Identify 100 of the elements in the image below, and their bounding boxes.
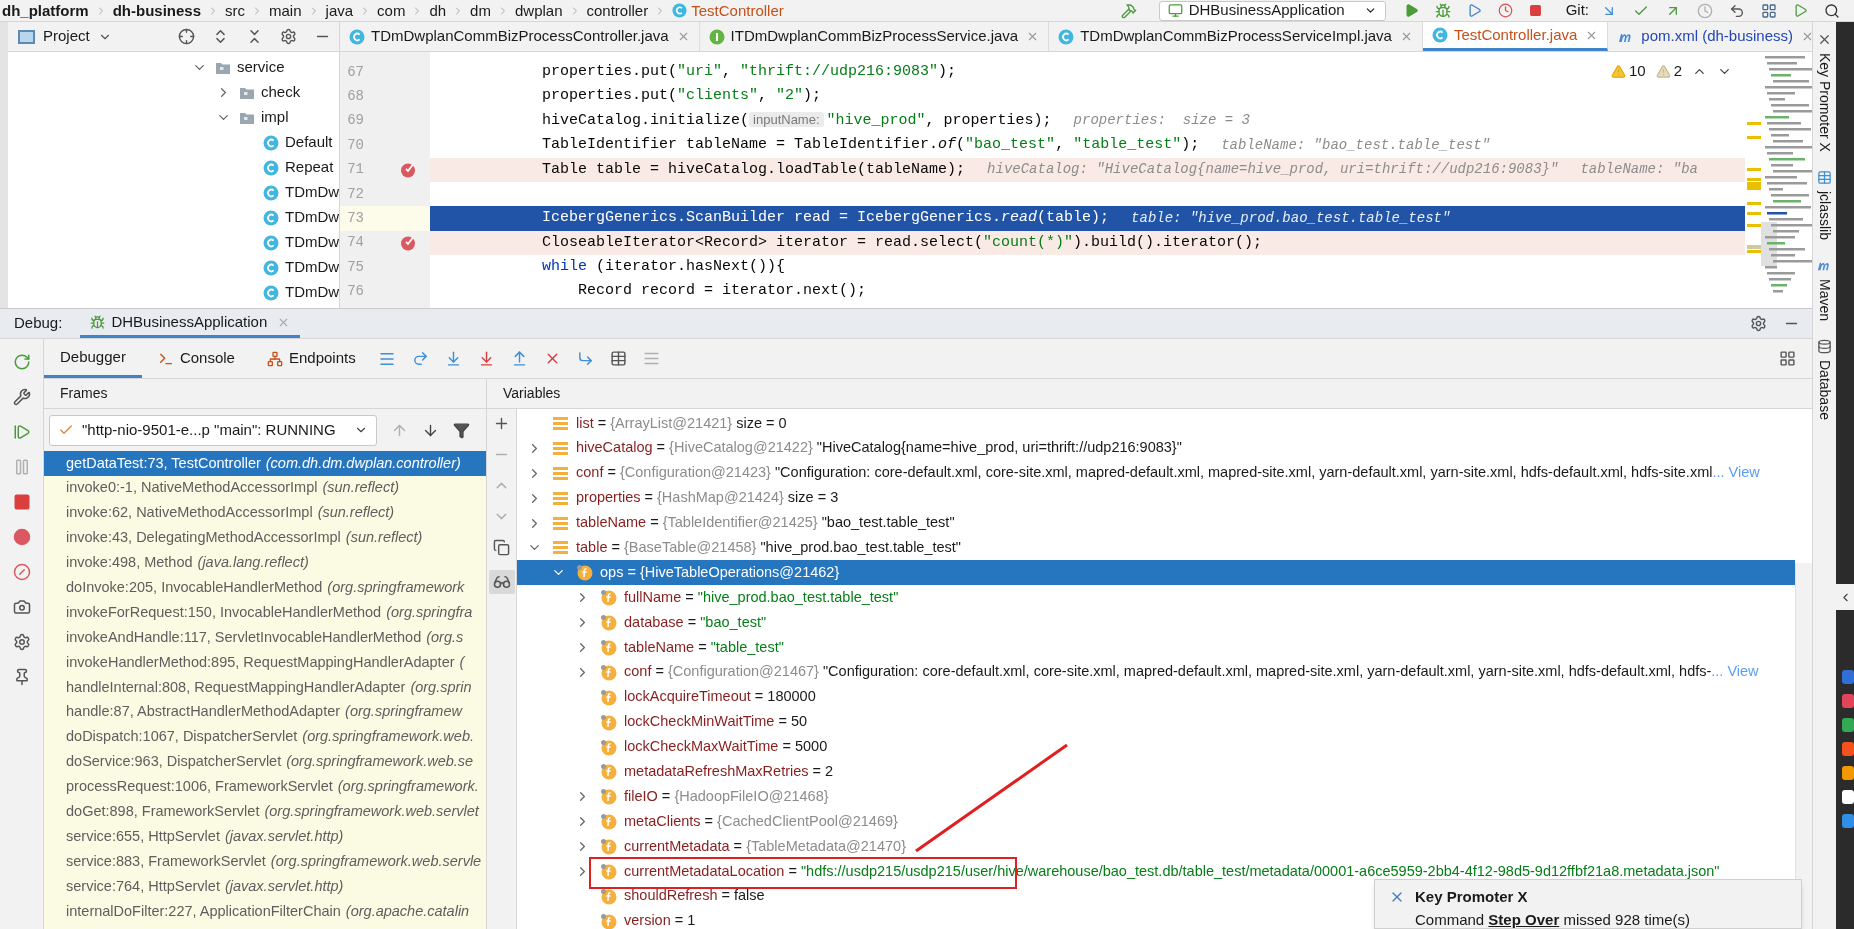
debug-tab[interactable]: Endpoints: [250, 339, 372, 378]
variable-row[interactable]: lockCheckMinWaitTime = 50: [517, 709, 1795, 735]
project-view-dropdown[interactable]: Project: [43, 25, 112, 48]
variable-row[interactable]: metaClients = {CachedClientPool@21469}: [517, 809, 1795, 835]
variable-row[interactable]: ops = {HiveTableOperations@21462}: [517, 560, 1795, 586]
variable-row[interactable]: lockAcquireTimeout = 180000: [517, 684, 1795, 710]
rollback-icon[interactable]: [1729, 2, 1745, 19]
tree-item[interactable]: TDmDw: [285, 181, 339, 204]
locate-icon[interactable]: [178, 28, 195, 45]
rerun-icon[interactable]: [12, 353, 31, 371]
thread-selector[interactable]: "http-nio-9501-e...p "main": RUNNING: [49, 414, 377, 446]
breadcrumb-item[interactable]: dh_platform: [2, 1, 89, 20]
camera-icon[interactable]: [12, 598, 31, 616]
variable-row[interactable]: tableName = {TableIdentifier@21425} "bao_test.table_test": [517, 510, 1795, 536]
app-icon[interactable]: [1842, 742, 1854, 756]
tool-window-button[interactable]: Key Promoter X: [1814, 53, 1835, 152]
stack-frame[interactable]: invoke:43, DelegatingMethodAccessorImpl (sun.reflect): [44, 525, 486, 551]
stack-frame[interactable]: service:883, FrameworkServlet (org.springframework.web.servle: [44, 849, 486, 875]
run-icon[interactable]: [1403, 3, 1419, 18]
stack-frame[interactable]: invokeForRequest:150, InvocableHandlerMethod (org.springfra: [44, 600, 486, 626]
stop-icon[interactable]: [1528, 4, 1542, 17]
build-icon[interactable]: [1120, 2, 1137, 19]
settings-icon[interactable]: [280, 28, 297, 45]
editor-tab[interactable]: TDmDwplanCommBizProcessController.java: [340, 22, 700, 51]
stack-frame[interactable]: invokeAndHandle:117, ServletInvocableHandlerMethod (org.s: [44, 625, 486, 651]
copy-icon[interactable]: [493, 539, 510, 556]
stack-frame[interactable]: invoke0:-1, NativeMethodAccessorImpl (sun.reflect): [44, 475, 486, 501]
search-icon[interactable]: [1824, 2, 1840, 19]
editor-tab[interactable]: TestController.java: [1422, 22, 1609, 51]
tool-window-button[interactable]: Maven: [1814, 278, 1835, 321]
variable-row[interactable]: fullName = "hive_prod.bao_test.table_test": [517, 585, 1795, 611]
debug-tab[interactable]: Console: [141, 339, 251, 378]
stack-frame[interactable]: doDispatch:1067, DispatcherServlet (org.springframework.web.: [44, 724, 486, 750]
app-icon[interactable]: [1842, 814, 1854, 828]
breakpoints-icon[interactable]: [12, 528, 31, 546]
stack-frame[interactable]: invoke:62, NativeMethodAccessorImpl (sun.reflect): [44, 500, 486, 526]
breadcrumb-item[interactable]: main: [269, 1, 302, 20]
stack-frame[interactable]: processRequest:1006, FrameworkServlet (org.springframework.: [44, 774, 486, 800]
tree-item[interactable]: TDmDw: [285, 206, 339, 229]
warning-count[interactable]: 10: [1628, 60, 1646, 83]
breadcrumb-item[interactable]: dm: [470, 1, 491, 20]
weak-warning-count[interactable]: 2: [1673, 60, 1682, 83]
breadcrumb-item[interactable]: dwplan: [514, 1, 563, 20]
app-icon[interactable]: [1842, 718, 1854, 732]
editor-tab[interactable]: TDmDwplanCommBizProcessServiceImpl.java: [1049, 22, 1423, 51]
variable-row[interactable]: conf = {Configuration@21467} "Configuration: core-default.xml, core-site.xml, mapred-default.xml, mapred-site.xml, yarn-default.xml, yarn-site.xml, hdfs-default.xml, hdfs-... View: [517, 659, 1795, 685]
variable-row[interactable]: lockCheckMaxWaitTime = 5000: [517, 734, 1795, 760]
variable-row[interactable]: tableName = "table_test": [517, 635, 1795, 660]
mute-breakpoints-icon[interactable]: [12, 563, 31, 581]
debug-icon[interactable]: [1434, 2, 1451, 19]
stack-frame[interactable]: service:655, HttpServlet (javax.servlet.http): [44, 824, 486, 850]
stack-frame[interactable]: getDataTest:73, TestController (com.dh.dm.dwplan.controller): [44, 451, 486, 476]
resume-icon[interactable]: [12, 423, 31, 441]
stop-icon[interactable]: [12, 493, 31, 511]
stack-frame[interactable]: invoke:498, Method (java.lang.reflect): [44, 550, 486, 576]
add-watch-icon[interactable]: [493, 415, 510, 432]
close-icon[interactable]: [1801, 30, 1812, 43]
stack-frame[interactable]: handle:87, AbstractHandlerMethodAdapter (org.springframew: [44, 699, 486, 725]
variable-row[interactable]: conf = {Configuration@21423} "Configuration: core-default.xml, core-site.xml, mapred-default.xml, mapred-site.xml, yarn-default.xml, yarn-site.xml, hdfs-default.xml, hdfs-site.xml... View: [517, 460, 1795, 486]
tree-item[interactable]: check: [261, 81, 301, 104]
breadcrumb-item[interactable]: com: [377, 1, 406, 20]
variable-row[interactable]: currentMetadata = {TableMetadata@21470}: [517, 834, 1795, 860]
stack-frame[interactable]: invokeHandlerMethod:895, RequestMappingHandlerAdapter (: [44, 650, 486, 675]
scrollbar[interactable]: [1795, 563, 1812, 929]
stack-frame[interactable]: handleInternal:808, RequestMappingHandlerAdapter (org.sprin: [44, 675, 486, 700]
watches-toggle[interactable]: [488, 570, 515, 594]
variable-row[interactable]: hiveCatalog = {HiveCatalog@21422} "HiveCatalog{name=hive_prod, uri=thrift://udp216:9083}": [517, 435, 1795, 461]
variable-row[interactable]: properties = {HashMap@21424} size = 3: [517, 485, 1795, 511]
breadcrumb-item[interactable]: TestController: [691, 1, 784, 20]
tree-item[interactable]: TDmDw: [285, 231, 339, 254]
stack-frame[interactable]: internalDoFilter:227, ApplicationFilterChain (org.apache.catalin: [44, 899, 486, 924]
layout-icon[interactable]: [1779, 350, 1796, 367]
breakpoint-icon[interactable]: [400, 161, 416, 178]
breakpoint-icon[interactable]: [400, 234, 416, 251]
stack-frame[interactable]: doGet:898, FrameworkServlet (org.springframework.web.servlet: [44, 799, 486, 825]
tool-window-button[interactable]: Database: [1814, 359, 1835, 420]
stack-frame[interactable]: doInvoke:205, InvocableHandlerMethod (org.springframework: [44, 575, 486, 601]
settings-icon[interactable]: [1750, 315, 1767, 332]
variable-row[interactable]: database = "bao_test": [517, 610, 1795, 635]
variable-row[interactable]: fileIO = {HadoopFileIO@21468}: [517, 784, 1795, 810]
wrench-icon[interactable]: [12, 388, 31, 406]
app-icon[interactable]: [1842, 670, 1854, 684]
tree-item[interactable]: TDmDw: [285, 281, 339, 304]
app-icon[interactable]: [1842, 766, 1854, 780]
breadcrumb-item[interactable]: dh: [429, 1, 447, 20]
filter-icon[interactable]: [453, 421, 470, 439]
breadcrumb-item[interactable]: java: [325, 1, 354, 20]
stack-frame[interactable]: doService:963, DispatcherServlet (org.springframework.web.se: [44, 749, 486, 775]
editor-tab[interactable]: ITDmDwplanCommBizProcessService.java: [699, 22, 1050, 51]
tree-item[interactable]: TDmDw: [285, 256, 339, 279]
tool-window-button[interactable]: jclasslib: [1814, 190, 1835, 240]
step-over-icon[interactable]: [411, 350, 429, 367]
breadcrumb-item[interactable]: src: [225, 1, 246, 20]
breadcrumb-item[interactable]: controller: [586, 1, 649, 20]
tree-item[interactable]: Default: [285, 131, 333, 154]
settings-icon[interactable]: [12, 633, 31, 651]
variable-row[interactable]: metadataRefreshMaxRetries = 2: [517, 759, 1795, 785]
session-tab[interactable]: DHBusinessApplication: [80, 309, 301, 338]
tree-item[interactable]: service: [237, 56, 285, 79]
breadcrumb-item[interactable]: dh-business: [112, 1, 202, 20]
